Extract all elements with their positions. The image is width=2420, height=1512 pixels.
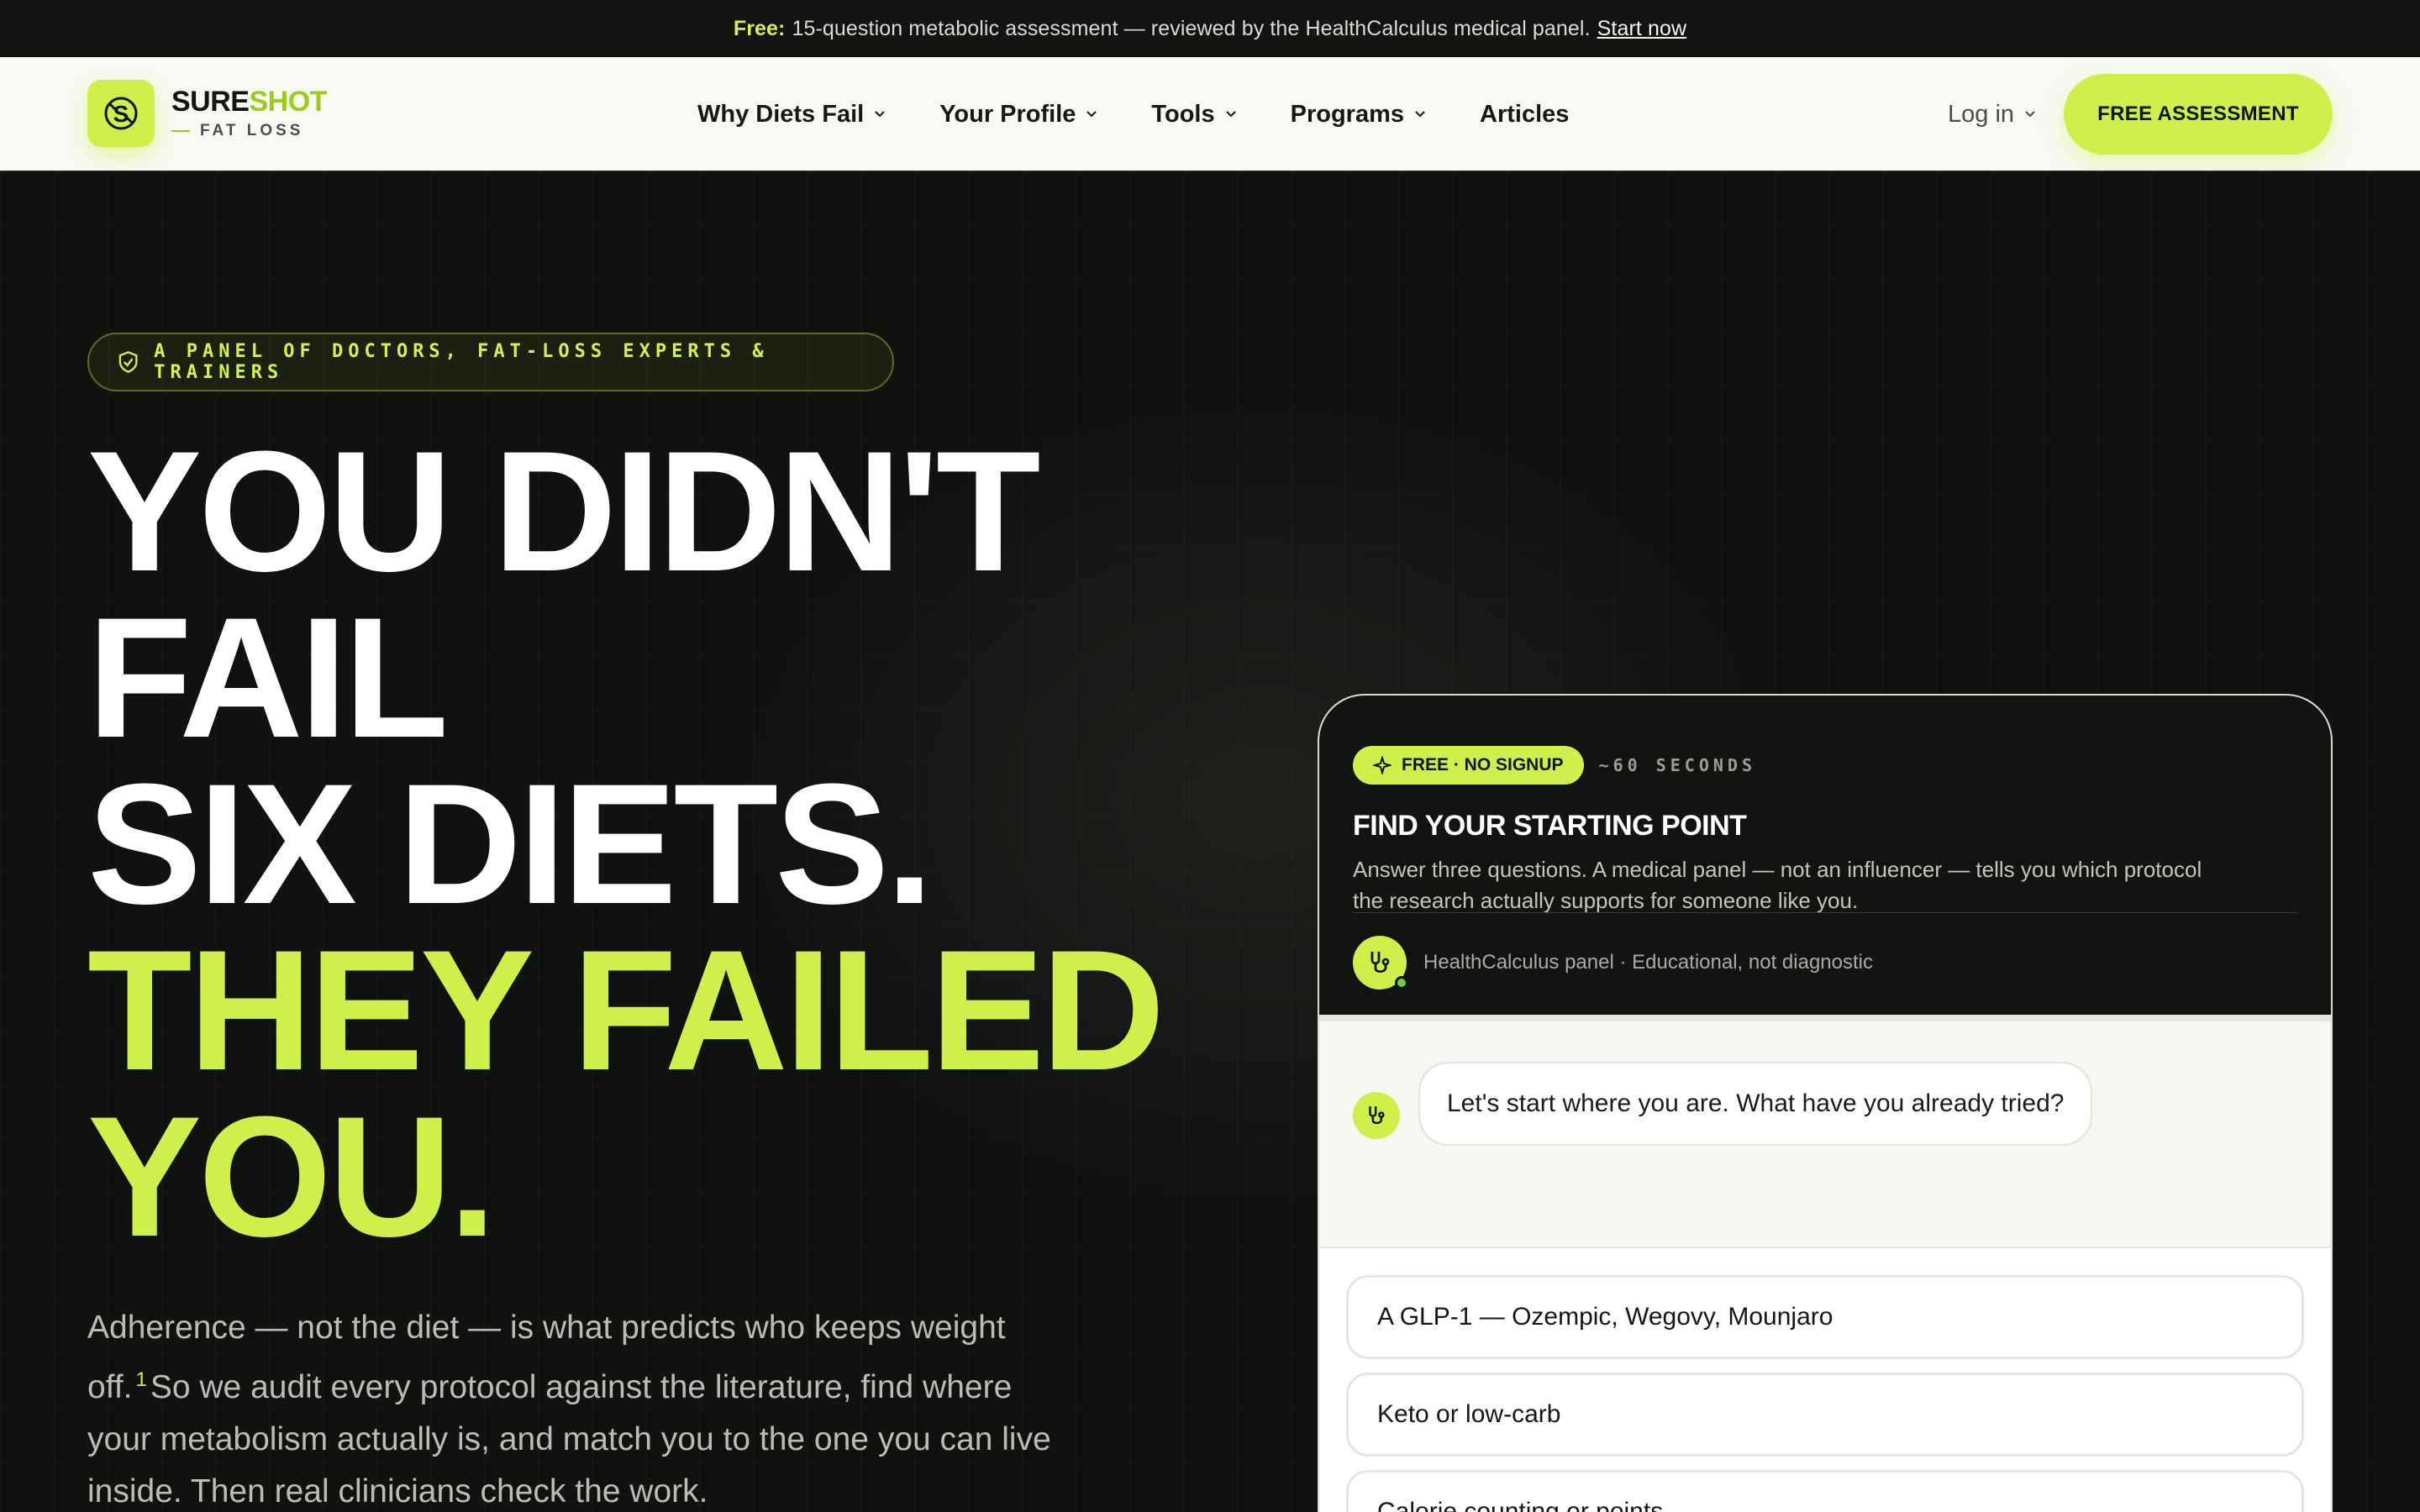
hero-headline: YOU DIDN'T FAIL SIX DIETS. THEY FAILED Y… bbox=[87, 416, 1165, 1273]
brand-name: SURESHOT bbox=[171, 86, 327, 118]
chevron-down-icon bbox=[1415, 111, 1425, 118]
svg-text:S: S bbox=[113, 101, 129, 127]
headline-line: SIX DIETS. bbox=[87, 748, 934, 940]
headline-line-accent: YOU. bbox=[87, 1081, 497, 1273]
stethoscope-icon bbox=[1370, 952, 1390, 974]
chevron-down-icon bbox=[875, 111, 885, 118]
chevron-down-icon bbox=[2025, 111, 2035, 118]
brand-tagline: FAT LOSS bbox=[171, 122, 327, 140]
brand-logo[interactable]: S SURESHOT FAT LOSS bbox=[87, 80, 327, 147]
assessment-card: FREE · NO SIGNUP ~60 SECONDS FIND YOUR S… bbox=[1318, 694, 2333, 1512]
shield-check-icon bbox=[118, 351, 138, 373]
sparkle-icon bbox=[1373, 756, 1392, 774]
primary-menu: Why Diets Fail Your Profile Tools Progra… bbox=[697, 57, 1569, 171]
nav-item-why-diets-fail[interactable]: Why Diets Fail bbox=[697, 101, 886, 129]
nav-item-your-profile[interactable]: Your Profile bbox=[939, 101, 1097, 129]
chevron-down-icon bbox=[1225, 111, 1236, 118]
option-glp1[interactable]: A GLP-1 — Ozempic, Wegovy, Mounjaro bbox=[1346, 1275, 2304, 1359]
panel-badge: A PANEL OF DOCTORS, FAT-LOSS EXPERTS & T… bbox=[87, 333, 894, 391]
login-link[interactable]: Log in bbox=[1948, 57, 2036, 171]
announcement-text: 15-question metabolic assessment — revie… bbox=[792, 16, 1591, 40]
headline-line-accent: THEY FAILED bbox=[87, 915, 1165, 1106]
announcement-start-link[interactable]: Start now bbox=[1597, 17, 1687, 41]
free-no-signup-tag: FREE · NO SIGNUP bbox=[1353, 746, 1584, 785]
panel-text: HealthCalculus panel · Educational, not … bbox=[1423, 951, 1873, 974]
card-description: Answer three questions. A medical panel … bbox=[1353, 857, 2202, 913]
divider bbox=[1353, 912, 2297, 913]
online-status-dot bbox=[1395, 976, 1408, 990]
option-keto[interactable]: Keto or low-carb bbox=[1346, 1373, 2304, 1457]
duration-label: ~60 SECONDS bbox=[1598, 755, 1756, 775]
option-calorie-counting[interactable]: Calorie counting or points bbox=[1346, 1470, 2304, 1512]
announcement-bar: Free: 15-question metabolic assessment —… bbox=[0, 0, 2420, 57]
main-nav: S SURESHOT FAT LOSS Why Diets Fail Your … bbox=[0, 57, 2420, 171]
card-title: FIND YOUR STARTING POINT bbox=[1353, 810, 1747, 842]
nav-item-programs[interactable]: Programs bbox=[1291, 101, 1426, 129]
assistant-avatar bbox=[1353, 1092, 1400, 1139]
chevron-down-icon bbox=[1086, 111, 1097, 118]
free-assessment-button[interactable]: FREE ASSESSMENT bbox=[2064, 74, 2333, 155]
card-separator bbox=[1319, 1015, 2331, 1021]
answer-options: A GLP-1 — Ozempic, Wegovy, Mounjaro Keto… bbox=[1319, 1248, 2331, 1512]
panel-attribution: HealthCalculus panel · Educational, not … bbox=[1353, 936, 1873, 990]
announcement-free-label: Free: bbox=[733, 16, 786, 40]
hero-lede: Adherence — not the diet — is what predi… bbox=[87, 1310, 1051, 1509]
nav-item-tools[interactable]: Tools bbox=[1151, 101, 1236, 129]
logo-mark-icon: S bbox=[87, 80, 155, 147]
headline-line: YOU DIDN'T bbox=[87, 416, 1041, 607]
stethoscope-avatar bbox=[1353, 936, 1408, 990]
stethoscope-icon bbox=[1369, 1106, 1385, 1125]
footnote-ref[interactable]: 1 bbox=[136, 1368, 147, 1391]
nav-item-articles[interactable]: Articles bbox=[1480, 101, 1569, 129]
headline-line: FAIL bbox=[87, 582, 449, 774]
question-bubble: Let's start where you are. What have you… bbox=[1418, 1062, 2093, 1146]
chat-area: Let's start where you are. What have you… bbox=[1319, 1021, 2331, 1248]
